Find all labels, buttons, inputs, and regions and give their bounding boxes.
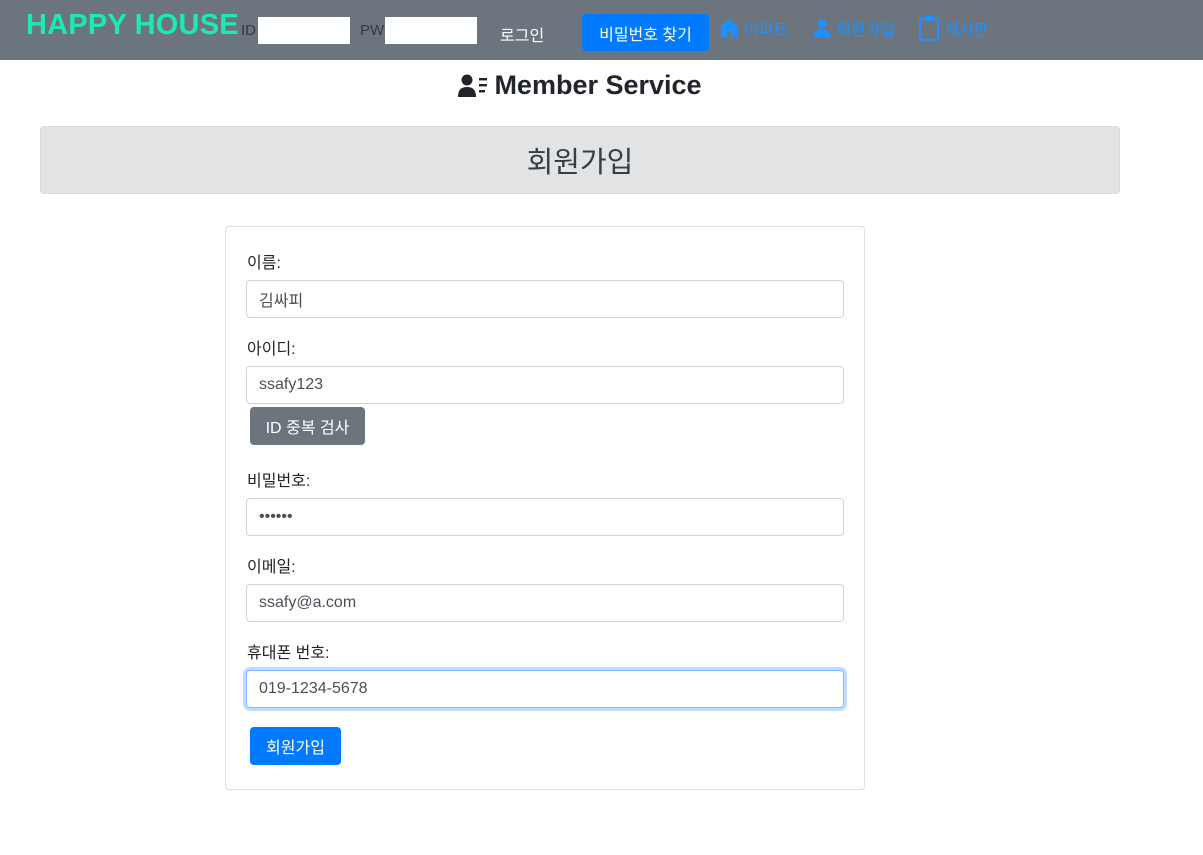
nav-item-apartment[interactable]: 아파트 <box>718 14 788 42</box>
page-title-text: Member Service <box>494 70 702 100</box>
id-check-button[interactable]: ID 중복 검사 <box>250 407 365 445</box>
page-title: Member Service <box>0 70 1160 101</box>
home-icon <box>719 19 739 37</box>
clipboard-icon <box>919 16 939 41</box>
password-input[interactable] <box>246 498 844 536</box>
nav-item-label: 회원가입 <box>836 22 895 39</box>
section-header-text: 회원가입 <box>526 147 634 179</box>
phone-input[interactable] <box>246 670 844 708</box>
brand-logo[interactable]: HAPPY HOUSE <box>26 9 239 42</box>
id-input[interactable] <box>258 17 350 44</box>
user-icon <box>813 19 831 37</box>
signup-submit-button[interactable]: 회원가입 <box>250 727 341 765</box>
name-input[interactable] <box>246 280 844 318</box>
id-label: ID <box>241 22 256 39</box>
nav-item-signup[interactable]: 회원가입 <box>812 14 895 42</box>
top-navbar: HAPPY HOUSE ID PW 로그인 비밀번호 찾기 아파트 회원가입 게… <box>0 0 1203 60</box>
phone-label: 휴대폰 번호: <box>247 645 330 662</box>
signup-form: 이름: 아이디: ID 중복 검사 비밀번호: 이메일: 휴대폰 번호: 회원가… <box>225 226 865 790</box>
userid-input[interactable] <box>246 366 844 404</box>
email-input[interactable] <box>246 584 844 622</box>
nav-item-label: 아파트 <box>744 22 789 39</box>
name-label: 이름: <box>247 255 281 272</box>
pw-input[interactable] <box>385 17 477 44</box>
login-link[interactable]: 로그인 <box>500 22 544 46</box>
nav-item-label: 게시판 <box>944 22 989 39</box>
password-label: 비밀번호: <box>247 473 311 490</box>
userid-label: 아이디: <box>247 341 296 358</box>
user-list-icon <box>458 74 488 97</box>
section-header: 회원가입 <box>40 126 1120 194</box>
pw-label: PW <box>360 22 385 39</box>
find-password-button[interactable]: 비밀번호 찾기 <box>582 14 709 51</box>
nav-item-board[interactable]: 게시판 <box>918 14 988 42</box>
email-label: 이메일: <box>247 559 296 576</box>
